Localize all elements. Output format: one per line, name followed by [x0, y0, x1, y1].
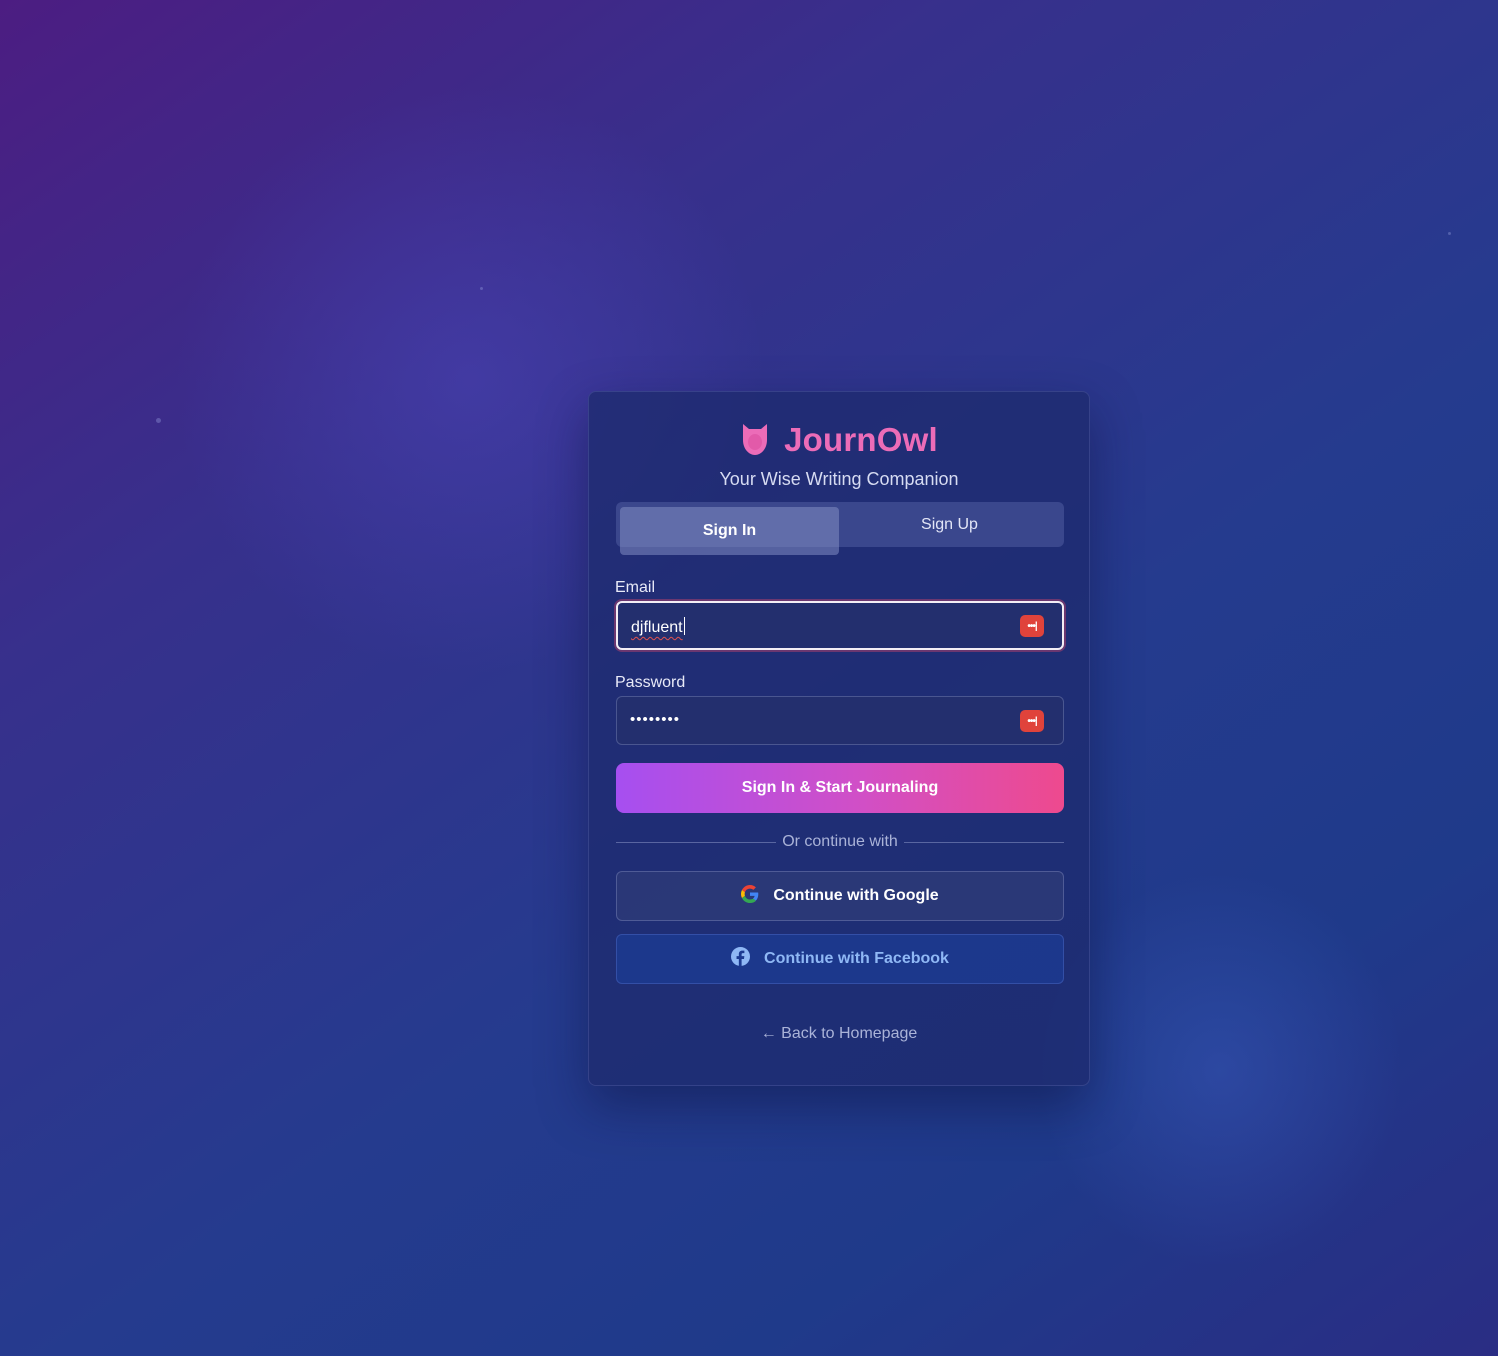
app-tagline: Your Wise Writing Companion — [719, 469, 959, 489]
google-button-label: Continue with Google — [773, 887, 939, 904]
owl-icon — [740, 420, 770, 461]
email-label: Email — [615, 579, 656, 596]
brand-header: JournOwl — [589, 418, 1089, 462]
app-logo-text: JournOwl — [784, 421, 938, 458]
auth-card: JournOwl Your Wise Writing Companion Sig… — [588, 391, 1090, 1086]
google-sign-in-button[interactable]: Continue with Google — [616, 871, 1064, 921]
password-manager-icon[interactable]: •••| — [1020, 710, 1044, 732]
password-label: Password — [615, 674, 686, 691]
divider-text: Or continue with — [782, 833, 898, 850]
password-manager-icon[interactable]: •••| — [1020, 615, 1044, 637]
email-field[interactable]: djfluent •••| — [616, 601, 1064, 650]
google-icon — [741, 884, 759, 908]
text-caret — [683, 617, 685, 635]
password-value: •••••••• — [630, 711, 681, 728]
background-dot — [480, 287, 483, 290]
password-field[interactable]: •••••••• •••| — [616, 696, 1064, 745]
facebook-icon — [731, 947, 751, 971]
facebook-button-label: Continue with Facebook — [764, 950, 949, 967]
background-dot — [1448, 232, 1451, 235]
tab-sign-up[interactable]: Sign Up — [840, 507, 1059, 543]
back-to-homepage-link[interactable]: ← Back to Homepage — [589, 1025, 1089, 1043]
sign-in-button[interactable]: Sign In & Start Journaling — [616, 763, 1064, 813]
tab-sign-in[interactable]: Sign In — [620, 507, 839, 555]
or-divider: Or continue with — [616, 832, 1064, 852]
auth-tabs: Sign In Sign Up — [616, 502, 1064, 555]
email-value: djfluent — [631, 617, 685, 636]
background-dot — [156, 418, 161, 423]
facebook-sign-in-button[interactable]: Continue with Facebook — [616, 934, 1064, 984]
